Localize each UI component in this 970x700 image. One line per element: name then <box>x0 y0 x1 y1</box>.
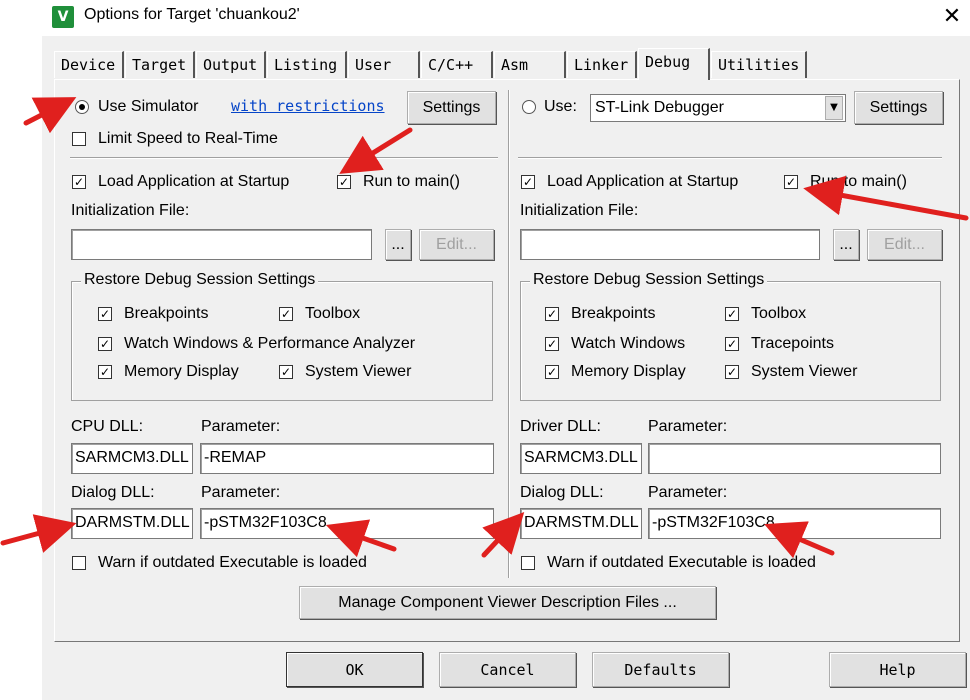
right-system-viewer-checkbox[interactable]: ✓ <box>725 365 739 379</box>
tab-asm[interactable]: Asm <box>494 51 566 78</box>
tab-user[interactable]: User <box>348 51 420 78</box>
with-restrictions-link[interactable]: with restrictions <box>231 97 385 115</box>
right-dialog-param-label: Parameter: <box>648 484 728 501</box>
right-init-file-input[interactable] <box>520 229 820 260</box>
right-system-viewer-label: System Viewer <box>751 363 858 380</box>
cancel-button[interactable]: Cancel <box>439 652 576 687</box>
right-settings-button[interactable]: Settings <box>854 91 943 124</box>
left-load-app-label: Load Application at Startup <box>98 173 290 190</box>
left-restore-group-title: Restore Debug Session Settings <box>81 271 319 289</box>
left-toolbox-label: Toolbox <box>305 305 361 322</box>
right-init-file-label: Initialization File: <box>520 202 639 219</box>
right-warn-checkbox[interactable] <box>521 556 535 570</box>
left-dialog-param-input[interactable]: -pSTM32F103C8 <box>200 508 494 539</box>
right-browse-button[interactable]: ... <box>833 229 859 260</box>
right-breakpoints-checkbox[interactable]: ✓ <box>545 307 559 321</box>
left-memory-display-label: Memory Display <box>124 363 239 380</box>
left-dialog-dll-label: Dialog DLL: <box>71 484 155 501</box>
right-run-to-main-checkbox[interactable]: ✓ <box>784 175 798 189</box>
cpu-param-input[interactable]: -REMAP <box>200 443 494 474</box>
right-memory-display-checkbox[interactable]: ✓ <box>545 365 559 379</box>
left-settings-button[interactable]: Settings <box>407 91 496 124</box>
right-restore-group-title: Restore Debug Session Settings <box>530 271 768 289</box>
left-dialog-param-label: Parameter: <box>201 484 281 501</box>
right-separator <box>518 157 942 159</box>
cpu-dll-label: CPU DLL: <box>71 418 144 435</box>
left-memory-display-checkbox[interactable]: ✓ <box>98 365 112 379</box>
limit-speed-checkbox[interactable] <box>72 132 86 146</box>
driver-dll-input[interactable]: SARMCM3.DLL <box>520 443 642 474</box>
cpu-dll-input[interactable]: SARMCM3.DLL <box>71 443 193 474</box>
use-debugger-radio[interactable] <box>522 100 536 114</box>
left-watch-windows-checkbox[interactable]: ✓ <box>98 337 112 351</box>
tab-debug[interactable]: Debug <box>638 48 710 80</box>
right-warn-label: Warn if outdated Executable is loaded <box>547 554 816 571</box>
left-breakpoints-checkbox[interactable]: ✓ <box>98 307 112 321</box>
left-breakpoints-label: Breakpoints <box>124 305 209 322</box>
left-init-file-label: Initialization File: <box>71 202 190 219</box>
close-icon[interactable]: ✕ <box>938 4 966 32</box>
tab-listing[interactable]: Listing <box>267 51 347 78</box>
right-toolbox-checkbox[interactable]: ✓ <box>725 307 739 321</box>
right-dialog-dll-input[interactable]: DARMSTM.DLL <box>520 508 642 539</box>
right-watch-windows-label: Watch Windows <box>571 335 686 352</box>
left-toolbox-checkbox[interactable]: ✓ <box>279 307 293 321</box>
debugger-select-value: ST-Link Debugger <box>595 99 724 116</box>
left-dialog-dll-input[interactable]: DARMSTM.DLL <box>71 508 193 539</box>
right-memory-display-label: Memory Display <box>571 363 686 380</box>
driver-param-input[interactable] <box>648 443 941 474</box>
use-simulator-label: Use Simulator <box>98 98 199 115</box>
right-tracepoints-checkbox[interactable]: ✓ <box>725 337 739 351</box>
tab-output[interactable]: Output <box>196 51 266 78</box>
debugger-select[interactable]: ST-Link Debugger ▼ <box>590 94 846 122</box>
column-divider <box>508 90 510 578</box>
left-system-viewer-label: System Viewer <box>305 363 412 380</box>
limit-speed-label: Limit Speed to Real-Time <box>98 130 278 147</box>
right-breakpoints-label: Breakpoints <box>571 305 656 322</box>
tab-device[interactable]: Device <box>54 51 124 78</box>
left-watch-windows-label: Watch Windows & Performance Analyzer <box>124 335 416 352</box>
window-title: Options for Target 'chuankou2' <box>84 6 300 23</box>
use-simulator-radio[interactable] <box>75 100 89 114</box>
left-separator <box>70 157 498 159</box>
left-system-viewer-checkbox[interactable]: ✓ <box>279 365 293 379</box>
left-browse-button[interactable]: ... <box>385 229 411 260</box>
right-run-to-main-label: Run to main() <box>810 173 907 190</box>
left-warn-label: Warn if outdated Executable is loaded <box>98 554 367 571</box>
ok-button[interactable]: OK <box>286 652 423 687</box>
left-run-to-main-checkbox[interactable]: ✓ <box>337 175 351 189</box>
right-edit-button[interactable]: Edit... <box>867 229 942 260</box>
left-warn-checkbox[interactable] <box>72 556 86 570</box>
left-edit-button[interactable]: Edit... <box>419 229 494 260</box>
right-tracepoints-label: Tracepoints <box>751 335 834 352</box>
left-init-file-input[interactable] <box>71 229 372 260</box>
right-toolbox-label: Toolbox <box>751 305 807 322</box>
right-load-app-label: Load Application at Startup <box>547 173 739 190</box>
left-load-app-checkbox[interactable]: ✓ <box>72 175 86 189</box>
driver-dll-label: Driver DLL: <box>520 418 601 435</box>
right-dialog-dll-label: Dialog DLL: <box>520 484 604 501</box>
right-load-app-checkbox[interactable]: ✓ <box>521 175 535 189</box>
app-icon: V <box>52 6 74 28</box>
tab-c-cpp[interactable]: C/C++ <box>421 51 493 78</box>
help-button[interactable]: Help <box>829 652 966 687</box>
tab-utilities[interactable]: Utilities <box>711 51 807 78</box>
manage-viewer-files-button[interactable]: Manage Component Viewer Description File… <box>299 586 716 619</box>
cpu-param-label: Parameter: <box>201 418 281 435</box>
tab-linker[interactable]: Linker <box>567 51 637 78</box>
right-watch-windows-checkbox[interactable]: ✓ <box>545 337 559 351</box>
right-dialog-param-input[interactable]: -pSTM32F103C8 <box>648 508 941 539</box>
chevron-down-icon[interactable]: ▼ <box>825 96 843 120</box>
tab-target[interactable]: Target <box>125 51 195 78</box>
driver-param-label: Parameter: <box>648 418 728 435</box>
defaults-button[interactable]: Defaults <box>592 652 729 687</box>
left-run-to-main-label: Run to main() <box>363 173 460 190</box>
use-label: Use: <box>544 98 577 115</box>
